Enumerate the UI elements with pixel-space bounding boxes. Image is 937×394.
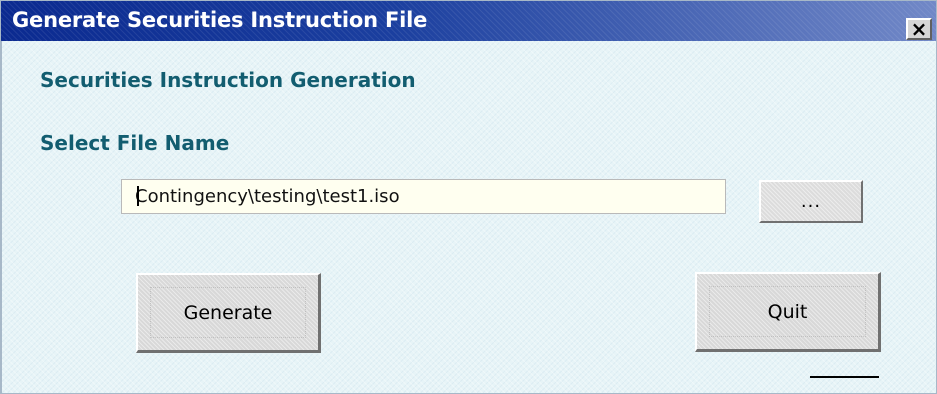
browse-file-button[interactable]: ... bbox=[759, 180, 863, 223]
bottom-divider-line bbox=[810, 376, 879, 378]
generate-button[interactable]: Generate bbox=[136, 273, 321, 353]
generate-securities-instruction-file-window: Generate Securities Instruction File × S… bbox=[0, 0, 937, 394]
window-left-border bbox=[1, 41, 2, 393]
generate-button-label: Generate bbox=[183, 301, 273, 324]
file-name-input[interactable] bbox=[121, 179, 726, 214]
quit-button[interactable]: Quit bbox=[695, 272, 881, 352]
title-bar: Generate Securities Instruction File × bbox=[1, 1, 936, 41]
text-caret bbox=[137, 186, 139, 206]
close-button[interactable]: × bbox=[906, 18, 932, 40]
quit-button-label: Quit bbox=[767, 300, 808, 323]
window-title: Generate Securities Instruction File bbox=[12, 8, 428, 32]
section-title: Securities Instruction Generation bbox=[40, 68, 416, 92]
close-icon: × bbox=[910, 17, 928, 41]
select-file-name-label: Select File Name bbox=[40, 131, 230, 155]
